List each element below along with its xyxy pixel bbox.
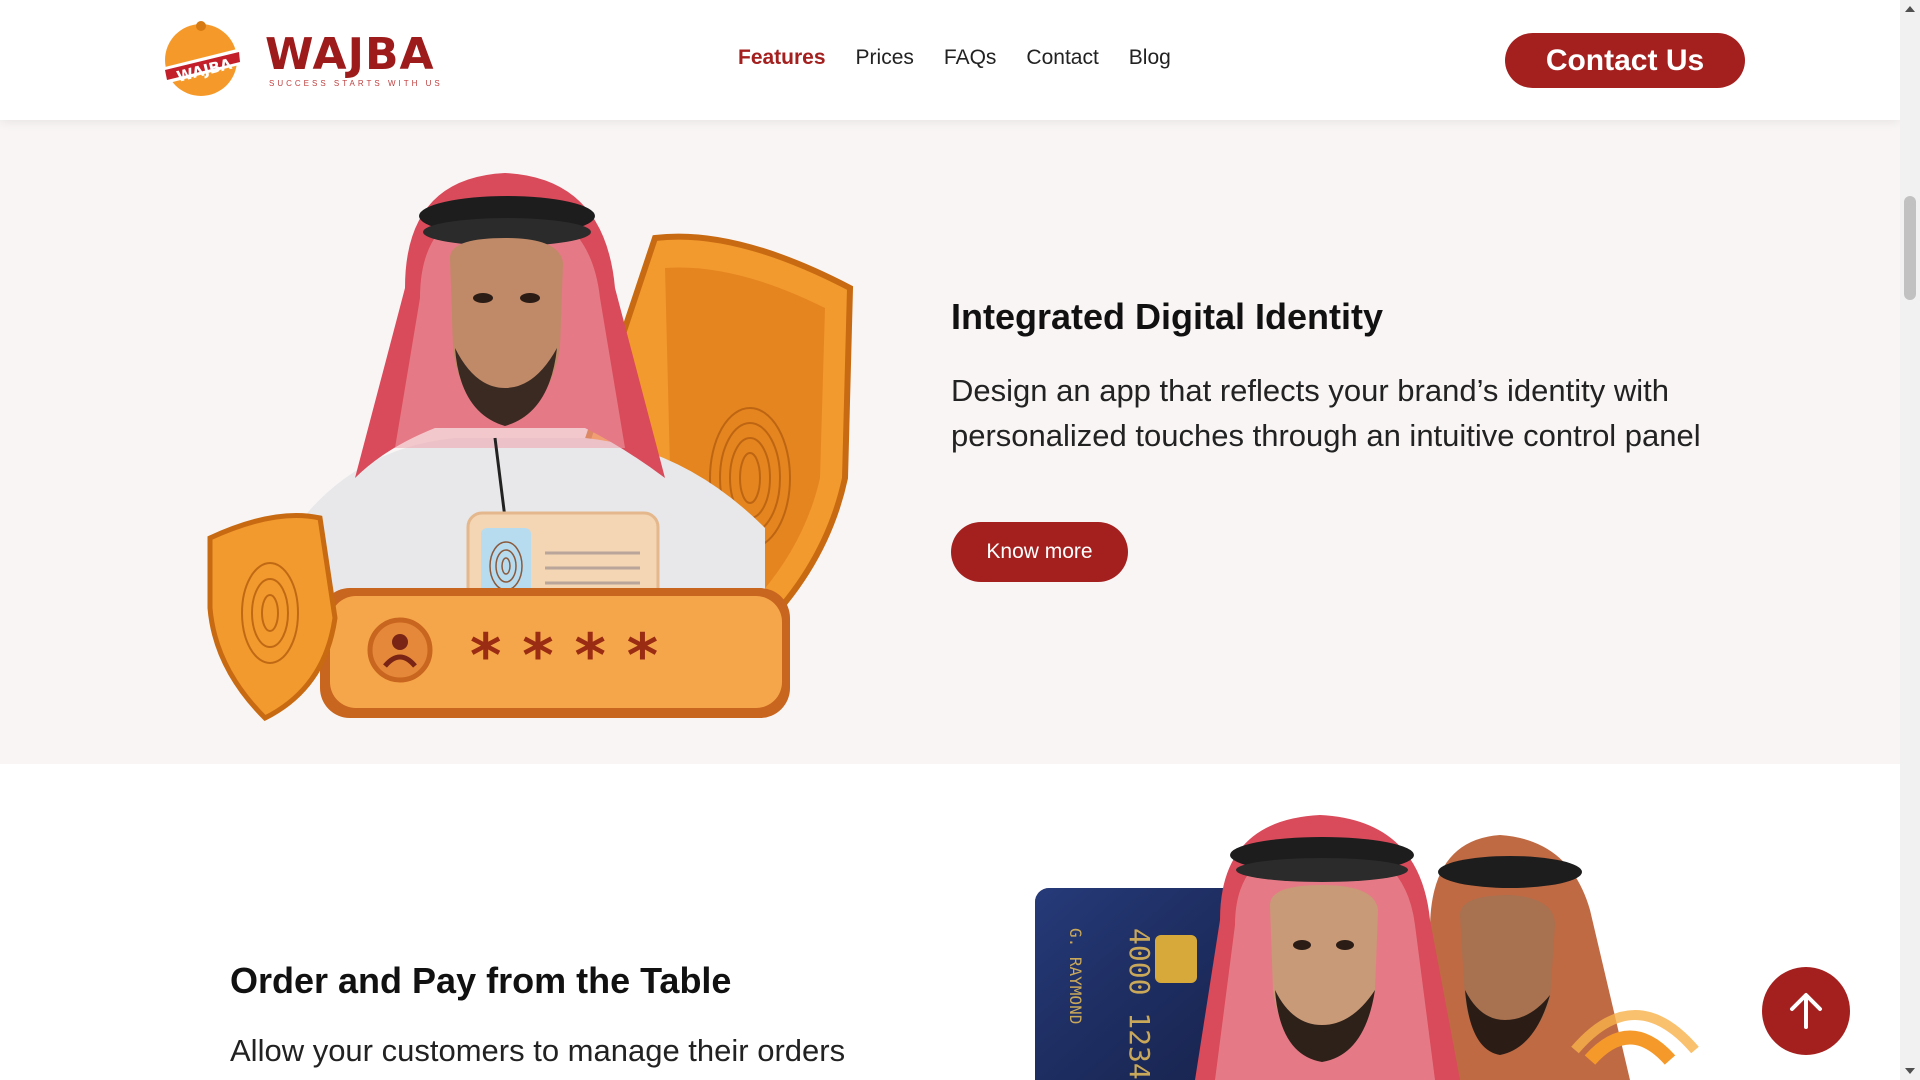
logo-word: WAJBA bbox=[265, 28, 435, 80]
logo-tagline: SUCCESS STARTS WITH US bbox=[269, 78, 443, 88]
svg-text:G. RAYMOND: G. RAYMOND bbox=[1066, 928, 1085, 1024]
brand-logo[interactable]: WAJBA WAJBA SUCCESS STARTS WITH US bbox=[155, 18, 443, 102]
svg-text:4000 1234: 4000 1234 bbox=[1123, 928, 1156, 1080]
logo-wordmark: WAJBA SUCCESS STARTS WITH US bbox=[265, 28, 443, 88]
page-scrollbar[interactable] bbox=[1900, 0, 1920, 1080]
feature-title: Order and Pay from the Table bbox=[230, 960, 732, 1001]
feature-description: Design an app that reflects your brand’s… bbox=[951, 373, 1701, 453]
digital-identity-illustration: * * * * bbox=[205, 148, 855, 728]
feature-title: Integrated Digital Identity bbox=[951, 296, 1384, 337]
order-pay-illustration: 4000 1234 G. RAYMOND bbox=[1030, 800, 1710, 1080]
nav-link-features[interactable]: Features bbox=[738, 46, 826, 70]
scroll-down-arrow-icon[interactable] bbox=[1905, 1068, 1915, 1074]
main-nav: Features Prices FAQs Contact Blog bbox=[738, 46, 1171, 70]
contact-us-button[interactable]: Contact Us bbox=[1505, 33, 1745, 88]
nav-link-blog[interactable]: Blog bbox=[1129, 46, 1171, 70]
scroll-up-arrow-icon[interactable] bbox=[1905, 6, 1915, 12]
nav-link-contact[interactable]: Contact bbox=[1026, 46, 1098, 70]
site-header: WAJBA WAJBA SUCCESS STARTS WITH US Featu… bbox=[0, 0, 1900, 120]
know-more-button[interactable]: Know more bbox=[951, 522, 1128, 582]
scroll-to-top-button[interactable] bbox=[1762, 967, 1850, 1055]
nav-link-prices[interactable]: Prices bbox=[856, 46, 914, 70]
scrollbar-thumb[interactable] bbox=[1904, 196, 1916, 300]
nav-link-faqs[interactable]: FAQs bbox=[944, 46, 997, 70]
logo-badge-icon: WAJBA bbox=[155, 18, 247, 102]
arrow-up-icon bbox=[1790, 993, 1822, 1029]
feature-description: Allow your customers to manage their ord… bbox=[230, 1033, 846, 1068]
svg-text:* * * *: * * * * bbox=[470, 621, 658, 691]
